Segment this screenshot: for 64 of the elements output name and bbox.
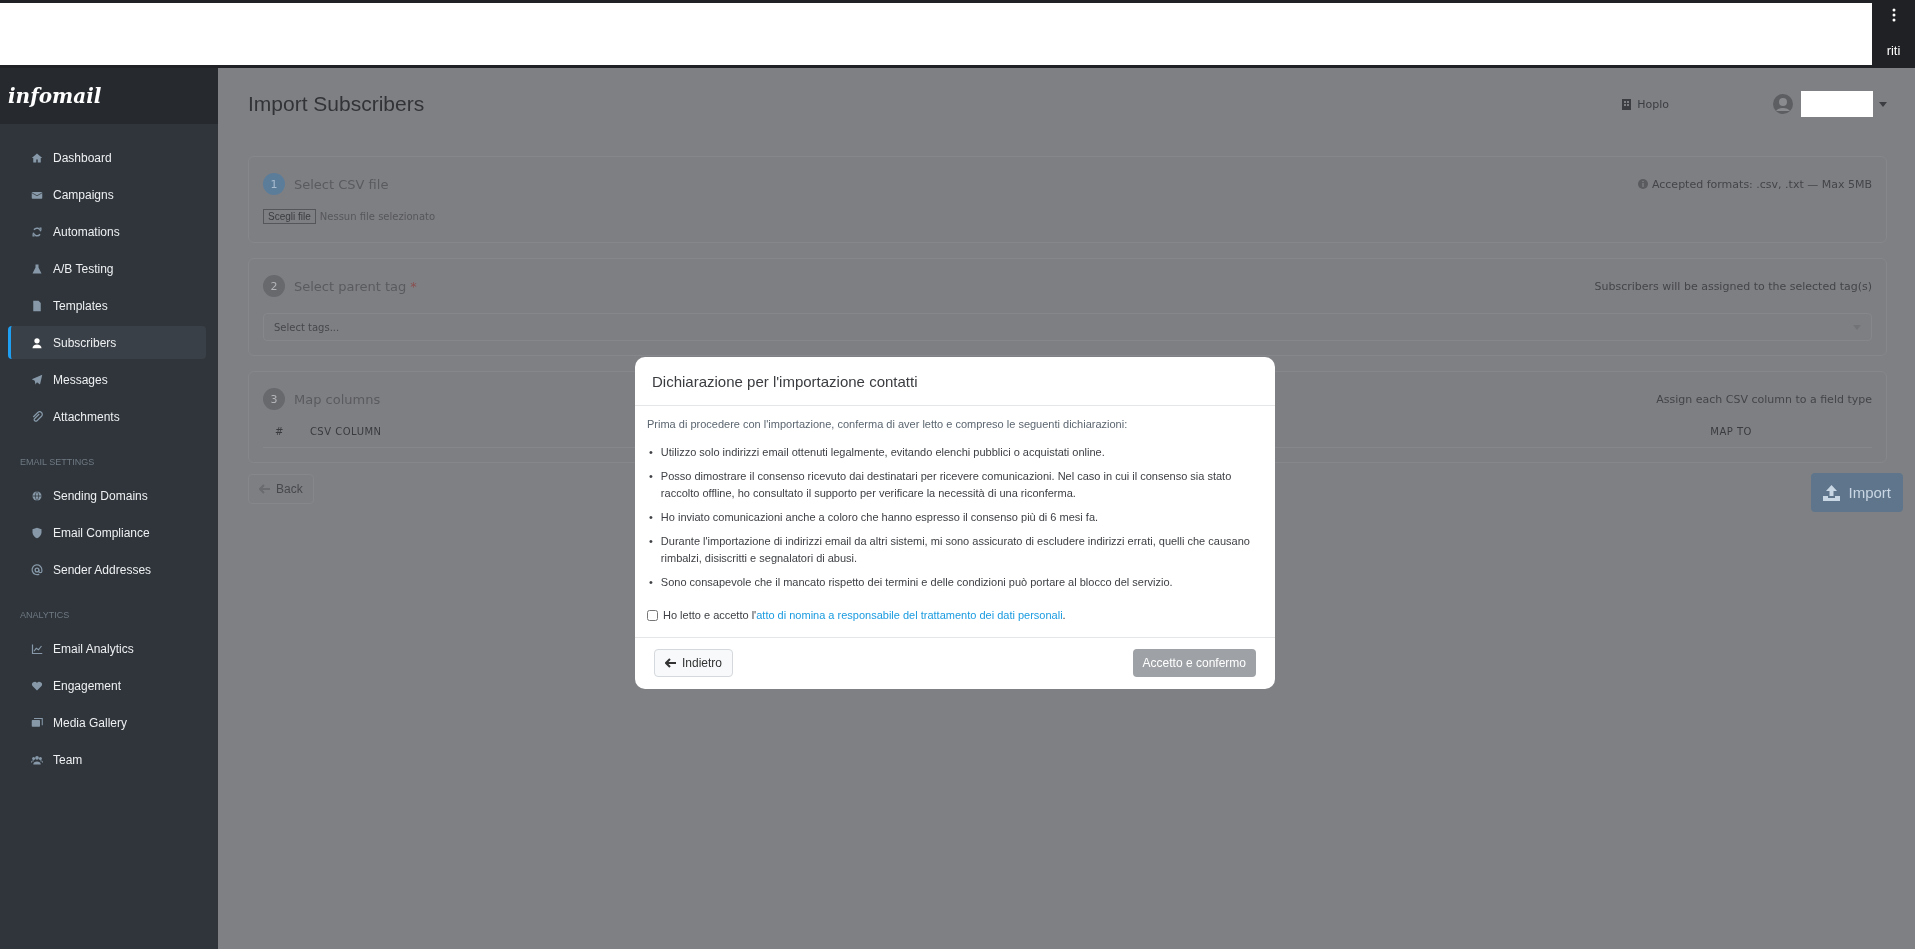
- column-header: #: [275, 426, 284, 437]
- shield-icon: [31, 526, 43, 539]
- sidebar-item[interactable]: Team: [8, 743, 206, 776]
- globe-icon: [31, 489, 43, 502]
- at-icon: [31, 563, 43, 576]
- user-icon: [31, 336, 43, 349]
- sidebar-item[interactable]: Sender Addresses: [8, 553, 206, 586]
- info-icon: [1637, 179, 1648, 189]
- required-mark: *: [410, 278, 417, 294]
- file-icon: [31, 299, 43, 312]
- sidebar-item[interactable]: A/B Testing: [8, 252, 206, 285]
- sidebar-item[interactable]: Dashboard: [8, 141, 206, 174]
- line-chart-icon: [31, 642, 43, 655]
- users-icon: [31, 753, 43, 766]
- sidebar-item[interactable]: Campaigns: [8, 178, 206, 211]
- bullet-mark: •: [649, 510, 653, 525]
- kebab-menu-icon[interactable]: [1891, 8, 1896, 22]
- statement-text: Durante l'importazione di indirizzi email da altri sistemi, mi sono assicurato di escludere indirizzi errati, quelli che causano rimbalzi, disiscritti e segnalatori di abusi.: [660, 534, 1251, 566]
- step-hint: Subscribers will be assigned to the selected tag(s): [1594, 279, 1872, 293]
- logo[interactable]: infomail: [8, 84, 102, 108]
- statement-text: Posso dimostrare il consenso ricevuto dai destinatari per ricevere comunicazioni. Nel caso in cui il consenso sia stato raccolto offline, ho consultato il supporto per verificare la necessità di una riconferma.: [660, 469, 1233, 501]
- bullet-mark: •: [649, 575, 653, 590]
- bullet-mark: •: [649, 534, 653, 549]
- refresh-icon: [31, 225, 43, 238]
- section-heading: ANALYTICS: [19, 609, 71, 622]
- intro-text: Prima di procedere con l'importazione, conferma di aver letto e compreso le seguenti dichiarazioni:: [647, 418, 1129, 430]
- flask-icon: [31, 262, 43, 275]
- statement-text: Utilizzo solo indirizzi email ottenuti legalmente, evitando elenchi pubblici o acquistati online.: [660, 445, 1105, 460]
- sidebar-item[interactable]: Media Gallery: [8, 706, 206, 739]
- step-number: 1: [263, 173, 285, 195]
- upload-icon: [1823, 484, 1841, 501]
- sidebar-item[interactable]: Email Analytics: [8, 632, 206, 665]
- paper-plane-icon: [31, 373, 43, 386]
- home-icon: [31, 151, 43, 164]
- sidebar-item[interactable]: Sending Domains: [8, 479, 206, 512]
- hint-text: Accepted formats: .csv, .txt — Max 5MB: [1651, 177, 1872, 191]
- sidebar-item[interactable]: Templates: [8, 289, 206, 322]
- consent-checkbox[interactable]: [647, 609, 658, 621]
- bullet-mark: •: [649, 445, 653, 460]
- blank-block: [1801, 91, 1873, 117]
- bullet-mark: •: [649, 469, 653, 484]
- sidebar-item[interactable]: Email Compliance: [8, 516, 206, 549]
- images-icon: [31, 716, 43, 729]
- sidebar-item[interactable]: Messages: [8, 363, 206, 396]
- heart-icon: [31, 679, 43, 692]
- building-icon: [1622, 98, 1632, 110]
- paperclip-icon: [31, 410, 43, 423]
- page-title: Import Subscribers: [248, 92, 425, 116]
- back-button[interactable]: Indietro: [654, 649, 734, 677]
- sidebar-item[interactable]: Subscribers: [8, 326, 206, 359]
- sidebar-item[interactable]: Attachments: [8, 400, 206, 433]
- section-heading: EMAIL SETTINGS: [19, 456, 96, 469]
- statement-text: Sono consapevole che il mancato rispetto dei termini e delle condizioni può portare al blocco del servizio.: [660, 575, 1173, 590]
- step-number: 2: [263, 275, 285, 297]
- sidebar-item[interactable]: Engagement: [8, 669, 206, 702]
- consent-text: Ho letto e accetto l'atto di nomina a responsabile del trattamento dei dati personali.: [663, 609, 1066, 621]
- caret-icon: [1879, 101, 1887, 107]
- sidebar-item[interactable]: Automations: [8, 215, 206, 248]
- arrow-left-icon: [665, 658, 676, 668]
- column-header: MAP TO: [1710, 426, 1752, 437]
- statement-text: Ho inviato comunicazioni anche a coloro che hanno espresso il consenso più di 6 mesi fa.: [660, 510, 1099, 525]
- modal-title: Dichiarazione per l'importazione contatti: [652, 373, 919, 390]
- step-number: 3: [263, 388, 285, 410]
- menu-text: riti: [1886, 43, 1901, 58]
